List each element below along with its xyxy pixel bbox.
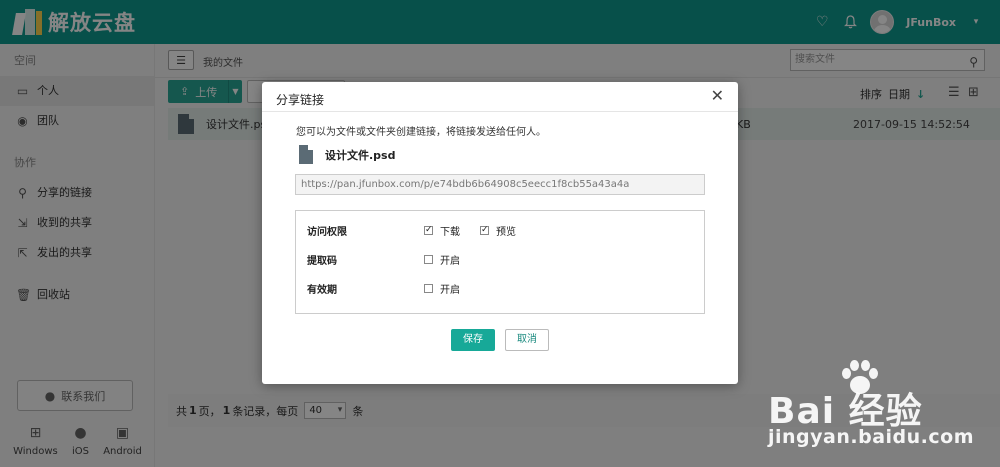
save-button[interactable]: 保存 — [451, 329, 495, 351]
expiry-option: 开启 — [440, 284, 460, 296]
access-permission-row: 访问权限 下载 预览 — [307, 222, 697, 238]
preview-label: 预览 — [496, 226, 516, 238]
preview-checkbox[interactable] — [480, 224, 489, 236]
watermark-url: jingyan.baidu.com — [768, 426, 974, 448]
expiry-checkbox[interactable] — [424, 283, 433, 293]
share-link-dialog: 分享链接 ✕ 您可以为文件或文件夹创建链接，将链接发送给任何人。 设计文件.ps… — [262, 82, 738, 384]
extract-code-row: 提取码 开启 — [307, 251, 697, 267]
dialog-header: 分享链接 ✕ — [262, 82, 738, 112]
permission-settings: 访问权限 下载 预览 提取码 开启 有效期 开启 — [295, 210, 705, 314]
access-permission-label: 访问权限 — [307, 226, 347, 238]
extract-code-option: 开启 — [440, 255, 460, 267]
shared-file-name: 设计文件.psd — [325, 148, 396, 162]
extract-code-checkbox[interactable] — [424, 254, 433, 264]
dialog-description: 您可以为文件或文件夹创建链接，将链接发送给任何人。 — [296, 127, 546, 138]
extract-code-label: 提取码 — [307, 255, 337, 267]
cancel-button[interactable]: 取消 — [505, 329, 549, 351]
share-link-field[interactable]: https://pan.jfunbox.com/p/e74bdb6b64908c… — [295, 174, 705, 195]
download-label: 下载 — [440, 226, 460, 238]
shared-file: 设计文件.psd — [299, 145, 395, 164]
download-checkbox[interactable] — [424, 224, 433, 236]
baidu-watermark: Bai 经验 jingyan.baidu.com — [768, 358, 993, 458]
file-icon — [299, 145, 313, 164]
expiry-label: 有效期 — [307, 284, 337, 296]
dialog-title: 分享链接 — [276, 93, 325, 107]
close-icon[interactable]: ✕ — [711, 87, 724, 105]
expiry-row: 有效期 开启 — [307, 280, 697, 296]
